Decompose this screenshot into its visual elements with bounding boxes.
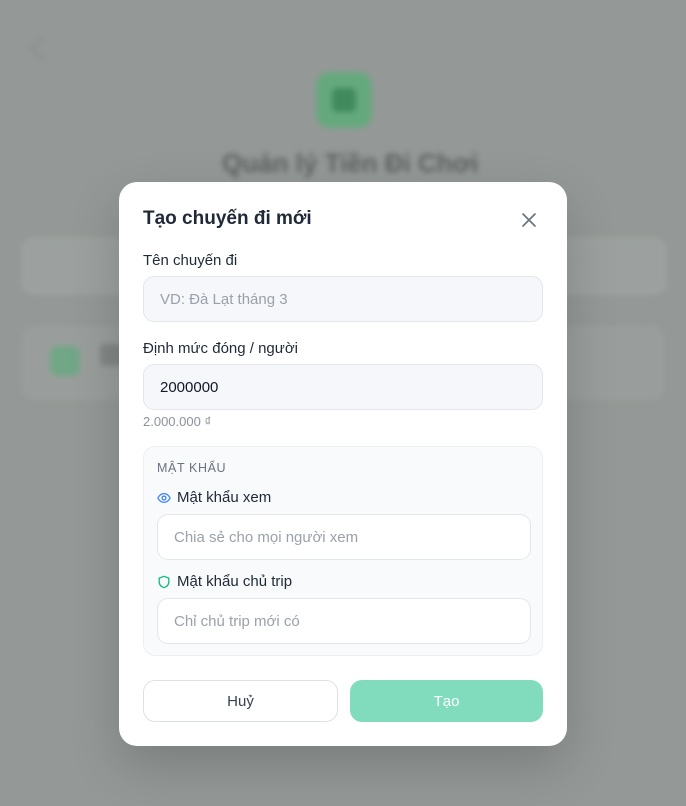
password-section: MẬT KHẨU Mật khẩu xem Mật khẩu chủ trip [143,446,543,656]
trip-name-input[interactable] [143,276,543,322]
quota-formatted: 2.000.000 ₫ [143,414,212,429]
close-button[interactable] [519,210,539,230]
view-password-label-row: Mật khẩu xem [157,489,271,506]
view-password-label: Mật khẩu xem [177,489,272,506]
create-trip-dialog: Tạo chuyến đi mới Tên chuyến đi Định mức… [119,182,567,746]
dialog-title: Tạo chuyến đi mới [143,208,312,229]
trip-name-label: Tên chuyến đi [143,252,238,269]
owner-password-label: Mật khẩu chủ trip [177,573,293,590]
owner-password-label-row: Mật khẩu chủ trip [157,573,292,590]
password-heading: MẬT KHẨU [157,461,227,475]
quota-input[interactable] [143,364,543,410]
quota-label: Định mức đóng / người [143,340,298,357]
view-password-input[interactable] [157,514,531,560]
eye-icon [157,492,171,503]
close-icon [522,213,536,227]
create-button[interactable]: Tạo [350,680,543,722]
owner-password-input[interactable] [157,598,531,644]
cancel-button[interactable]: Huỷ [143,680,338,722]
shield-icon [158,575,170,588]
